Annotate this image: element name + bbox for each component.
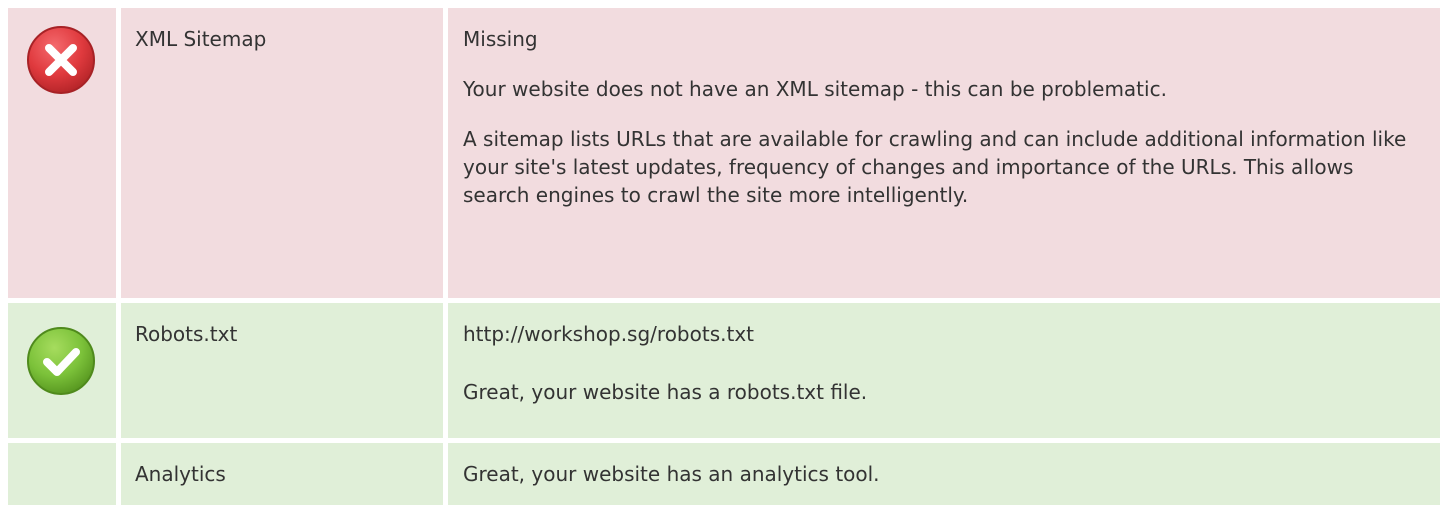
status-cell xyxy=(8,443,116,505)
check-description: Great, your website has an analytics too… xyxy=(448,443,1440,505)
check-value: http://workshop.sg/robots.txt xyxy=(463,322,754,346)
check-detail: Your website does not have an XML sitema… xyxy=(463,77,1167,101)
status-cell xyxy=(8,8,116,298)
seo-checks-table: XML Sitemap Missing Your website does no… xyxy=(8,8,1440,505)
check-name: Robots.txt xyxy=(121,303,443,438)
check-description: Missing Your website does not have an XM… xyxy=(448,8,1440,298)
success-check-icon xyxy=(27,327,95,395)
check-name: XML Sitemap xyxy=(121,8,443,298)
check-description: http://workshop.sg/robots.txt Great, you… xyxy=(448,303,1440,438)
status-cell xyxy=(8,303,116,438)
check-name: Analytics xyxy=(121,443,443,505)
check-row-xml-sitemap: XML Sitemap Missing Your website does no… xyxy=(8,8,1440,298)
check-row-robots-txt: Robots.txt http://workshop.sg/robots.txt… xyxy=(8,303,1440,438)
error-x-icon xyxy=(27,26,95,94)
check-value: Great, your website has an analytics too… xyxy=(463,462,880,486)
check-value: Missing xyxy=(463,27,538,51)
check-detail: Great, your website has a robots.txt fil… xyxy=(463,380,868,404)
check-detail: A sitemap lists URLs that are available … xyxy=(463,127,1407,207)
check-row-analytics: Analytics Great, your website has an ana… xyxy=(8,443,1440,505)
